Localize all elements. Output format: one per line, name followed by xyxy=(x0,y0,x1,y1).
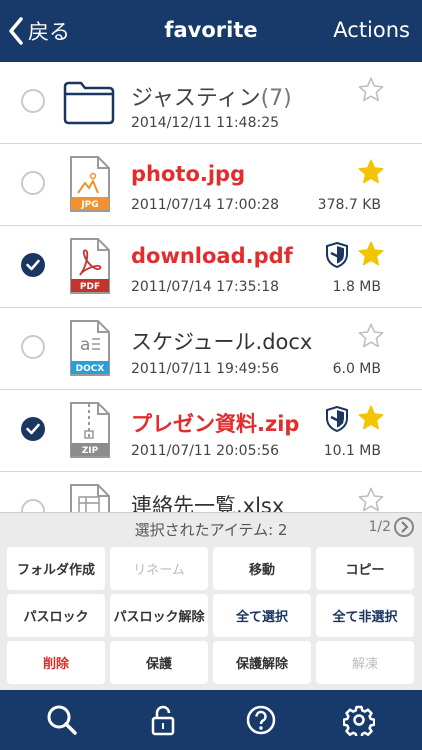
checkbox-checked[interactable] xyxy=(21,417,45,441)
file-name-text: スケジュール.docx xyxy=(131,330,313,354)
file-list: ジャスティン(7) 2014/12/11 11:48:25 JPG photo.jpg… xyxy=(0,62,422,512)
action-button[interactable]: パスロック xyxy=(7,594,105,637)
checkbox-checked[interactable] xyxy=(21,253,45,277)
action-button[interactable]: 削除 xyxy=(7,641,105,684)
actions-button[interactable]: Actions xyxy=(333,18,410,42)
checkmark-icon xyxy=(26,259,40,271)
file-name: スケジュール.docx xyxy=(131,326,312,356)
pdf-file-icon: PDF xyxy=(68,237,112,299)
file-name-text: ジャスティン xyxy=(131,86,261,111)
action-button[interactable]: 全て選択 xyxy=(213,594,311,637)
checkmark-icon xyxy=(26,423,40,435)
action-button[interactable]: 全て非選択 xyxy=(316,594,414,637)
checkbox[interactable] xyxy=(21,499,45,512)
file-row[interactable]: PDF download.pdf 2011/07/14 17:35:18 1.8 MB xyxy=(0,226,422,308)
action-button: 解凍 xyxy=(316,641,414,684)
file-size: 6.0 MB xyxy=(332,361,381,377)
folder-icon xyxy=(63,79,115,129)
file-row[interactable]: a DOCX スケジュール.docx 2011/07/11 19:49:56 6.0 M… xyxy=(0,308,422,390)
selection-count: 選択されたアイテム: 2 xyxy=(134,521,288,539)
star-filled-icon[interactable] xyxy=(357,404,385,436)
action-button[interactable]: フォルダ作成 xyxy=(7,547,105,590)
file-name-text: photo.jpg xyxy=(131,162,246,186)
xlsx-file-icon: XLSX xyxy=(68,483,112,512)
file-size: 1.8 MB xyxy=(332,279,381,295)
file-name-text: 連絡先一覧.xlsx xyxy=(131,494,285,512)
svg-text:JPG: JPG xyxy=(80,200,98,210)
shield-icon xyxy=(326,405,348,436)
checkbox[interactable] xyxy=(21,335,45,359)
modified-date: 2011/07/14 17:00:28 xyxy=(131,197,280,213)
file-row[interactable]: XLSX 連絡先一覧.xlsx xyxy=(0,472,422,512)
chevron-right-icon[interactable] xyxy=(394,517,414,537)
shield-icon xyxy=(326,241,348,272)
star-outline-icon[interactable] xyxy=(357,76,385,108)
checkbox[interactable] xyxy=(21,171,45,195)
svg-text:a: a xyxy=(80,335,90,355)
modified-date: 2011/07/11 20:05:56 xyxy=(131,443,280,459)
star-outline-icon[interactable] xyxy=(357,322,385,354)
modified-date: 2014/12/11 11:48:25 xyxy=(131,115,280,131)
file-name: download.pdf xyxy=(131,244,293,268)
action-button[interactable]: コピー xyxy=(316,547,414,590)
docx-file-icon: a DOCX xyxy=(68,319,112,381)
file-name: ジャスティン(7) xyxy=(131,80,292,112)
help-icon[interactable] xyxy=(245,704,277,736)
file-size: 378.7 KB xyxy=(317,197,381,213)
search-icon[interactable] xyxy=(46,704,78,736)
checkbox[interactable] xyxy=(21,89,45,113)
file-row[interactable]: ZIP プレゼン資料.zip 2011/07/11 20:05:56 10.1 MB xyxy=(0,390,422,472)
tab-bar xyxy=(0,690,422,750)
action-button[interactable]: 保護 xyxy=(110,641,208,684)
file-size: 10.1 MB xyxy=(323,443,381,459)
modified-date: 2011/07/14 17:35:18 xyxy=(131,279,280,295)
lock-icon[interactable] xyxy=(147,704,179,736)
star-filled-icon[interactable] xyxy=(357,158,385,190)
page-number: 1/2 xyxy=(368,519,391,535)
star-outline-icon[interactable] xyxy=(357,486,385,512)
action-button: リネーム xyxy=(110,547,208,590)
file-name: photo.jpg xyxy=(131,162,245,186)
jpg-file-icon: JPG xyxy=(68,155,112,217)
svg-text:ZIP: ZIP xyxy=(82,446,99,456)
file-row[interactable]: JPG photo.jpg 2011/07/14 17:00:28 378.7 KB xyxy=(0,144,422,226)
action-panel: 選択されたアイテム: 2 1/2 フォルダ作成 リネーム 移動 コピーパスロック パスロ… xyxy=(0,512,422,690)
navigation-bar: 戻る favorite Actions xyxy=(0,0,422,62)
star-filled-icon[interactable] xyxy=(357,240,385,272)
action-button[interactable]: パスロック解除 xyxy=(110,594,208,637)
item-count: (7) xyxy=(260,86,292,111)
file-name-text: プレゼン資料.zip xyxy=(131,412,300,436)
page-indicator[interactable]: 1/2 xyxy=(368,517,414,537)
svg-text:PDF: PDF xyxy=(80,282,100,292)
file-name: プレゼン資料.zip xyxy=(131,408,299,438)
folder-row[interactable]: ジャスティン(7) 2014/12/11 11:48:25 xyxy=(0,62,422,144)
zip-file-icon: ZIP xyxy=(68,401,112,463)
svg-text:DOCX: DOCX xyxy=(76,364,105,374)
file-name: 連絡先一覧.xlsx xyxy=(131,490,284,512)
action-grid: フォルダ作成 リネーム 移動 コピー パスロック パスロック解除 全て選択 全て非選択 削除 保護… xyxy=(7,547,416,684)
modified-date: 2011/07/11 19:49:56 xyxy=(131,361,280,377)
action-button[interactable]: 移動 xyxy=(213,547,311,590)
settings-icon[interactable] xyxy=(342,704,376,739)
file-name-text: download.pdf xyxy=(131,244,293,268)
action-button[interactable]: 保護解除 xyxy=(213,641,311,684)
